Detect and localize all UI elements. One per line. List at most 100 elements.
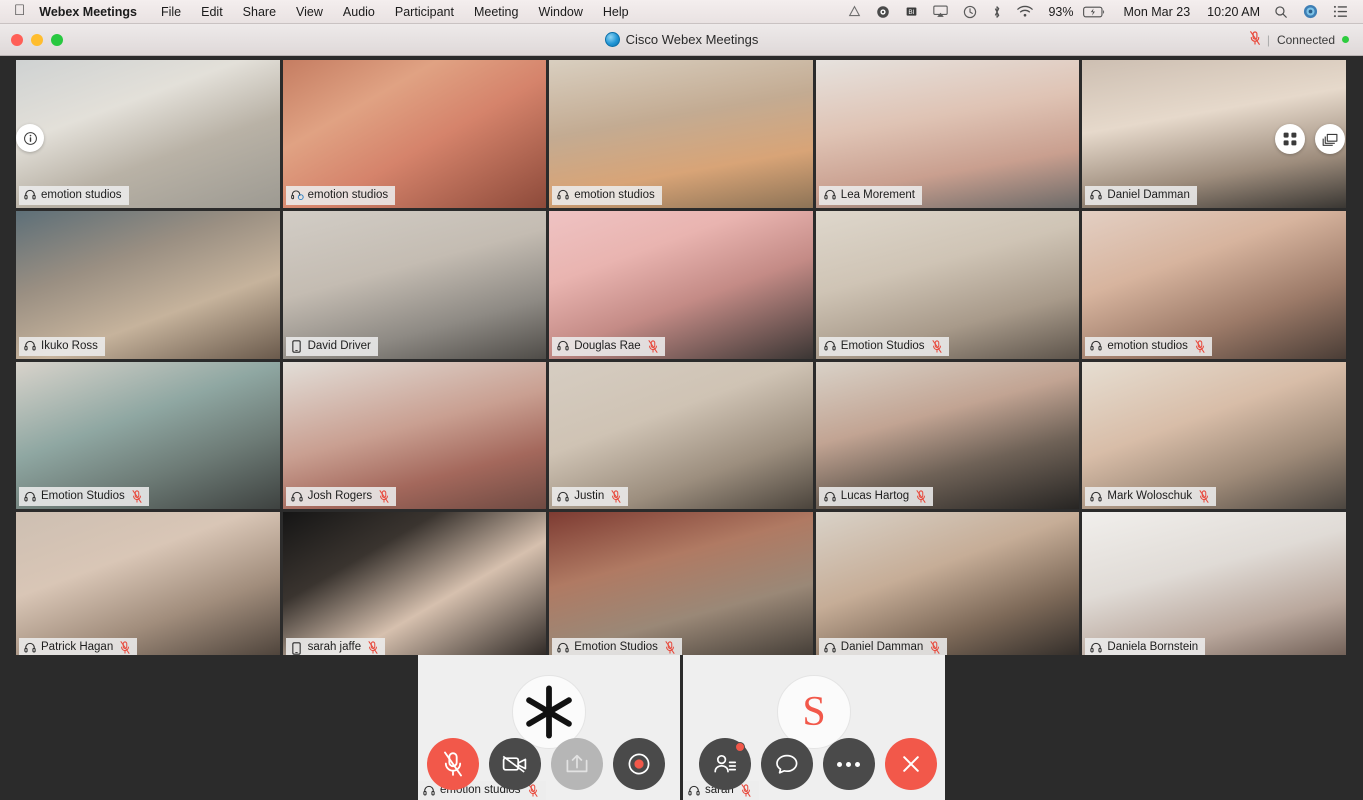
participant-tile[interactable]: Mark Woloschuk — [1082, 361, 1346, 510]
menu-bar-status-items: BI 93% Mon Mar 23 10:20 AM — [841, 0, 1363, 23]
participant-tile[interactable]: Lea Morement — [815, 60, 1080, 208]
participant-name: Emotion Studios — [574, 641, 658, 653]
siri-icon[interactable] — [1296, 0, 1325, 23]
headset-icon — [824, 189, 836, 201]
participant-tile[interactable]: emotion studios — [16, 60, 280, 208]
share-content-button[interactable] — [550, 738, 603, 790]
participant-tile[interactable]: David Driver — [282, 210, 547, 359]
participant-name: Daniela Bornstein — [1107, 641, 1199, 653]
connection-status-dot — [1342, 36, 1349, 43]
time-machine-icon[interactable] — [956, 0, 984, 23]
close-window-button[interactable] — [11, 33, 23, 46]
menu-item-audio[interactable]: Audio — [333, 0, 385, 23]
stop-video-button[interactable] — [488, 738, 541, 790]
participant-name: Patrick Hagan — [41, 641, 114, 653]
participant-nameplate: emotion studios — [552, 185, 662, 205]
participant-tile[interactable]: emotion studios — [1082, 210, 1346, 359]
menu-item-share[interactable]: Share — [233, 0, 286, 23]
menu-bar-time[interactable]: 10:20 AM — [1197, 5, 1266, 19]
chat-button[interactable] — [760, 738, 813, 790]
headset-video-icon — [290, 189, 304, 201]
participant-tile[interactable]: Emotion Studios — [16, 361, 280, 510]
info-circle-icon[interactable] — [16, 124, 44, 152]
participants-badge — [734, 742, 745, 752]
apple-logo-icon[interactable]:  — [0, 3, 39, 18]
participant-tile[interactable]: Daniel Damman — [1082, 60, 1346, 208]
window-traffic-lights — [0, 33, 63, 46]
battery-percentage[interactable]: 93% — [1041, 0, 1075, 23]
creative-cloud-icon[interactable] — [869, 0, 897, 23]
end-meeting-button[interactable] — [884, 738, 937, 790]
bottom-control-bar: emotion studios S sarah — [0, 655, 1363, 800]
participant-name: David Driver — [307, 339, 371, 352]
bi-icon[interactable]: BI — [898, 0, 925, 23]
headset-icon — [24, 491, 36, 503]
menu-item-meeting[interactable]: Meeting — [464, 0, 528, 23]
bluetooth-icon[interactable] — [985, 0, 1009, 23]
participant-tile[interactable]: Daniela Bornstein — [1082, 512, 1346, 660]
participant-name: Emotion Studios — [840, 339, 925, 352]
participant-name: Lucas Hartog — [840, 490, 910, 503]
headset-icon — [290, 491, 303, 503]
minimize-window-button[interactable] — [31, 33, 43, 46]
participant-nameplate: Josh Rogers — [285, 487, 397, 507]
more-options-button[interactable] — [822, 738, 875, 790]
participants-button[interactable] — [698, 738, 751, 790]
participant-tile[interactable]: Justin — [549, 361, 813, 510]
participant-name: Justin — [574, 490, 605, 503]
video-stage: emotion studios emotion studios emotion st… — [0, 56, 1363, 800]
search-icon[interactable] — [1267, 0, 1295, 23]
participant-tile[interactable]: Douglas Rae — [549, 210, 813, 359]
participant-tile[interactable]: Josh Rogers — [282, 361, 547, 510]
battery-charging-icon[interactable] — [1076, 0, 1112, 23]
headset-icon — [24, 642, 36, 654]
participant-tile[interactable]: emotion studios — [549, 60, 813, 208]
window-status-group: | Connected — [1249, 31, 1363, 48]
participant-name: Daniel Damman — [1107, 188, 1190, 201]
record-button[interactable] — [612, 738, 665, 790]
menu-item-webex-meetings[interactable]: Webex Meetings — [39, 0, 151, 23]
wifi-icon[interactable] — [1010, 0, 1040, 23]
maximize-window-button[interactable] — [51, 33, 63, 46]
participant-nameplate: emotion studios — [19, 185, 129, 205]
headset-icon — [824, 642, 836, 654]
stacked-cards-icon[interactable] — [1315, 124, 1345, 154]
participant-nameplate: Douglas Rae — [552, 336, 665, 356]
control-center-icon[interactable] — [1326, 0, 1355, 23]
participant-tile[interactable]: Lucas Hartog — [815, 361, 1080, 510]
grid-layout-icon[interactable] — [1275, 124, 1305, 154]
svg-text:BI: BI — [909, 9, 915, 16]
menu-item-help[interactable]: Help — [593, 0, 639, 23]
headset-icon — [824, 491, 836, 503]
avatar-initial: S — [802, 689, 826, 735]
google-drive-icon[interactable] — [841, 0, 868, 23]
participant-name: Lea Morement — [840, 188, 915, 201]
participant-tile[interactable]: Emotion Studios — [815, 210, 1080, 359]
participant-tile[interactable]: emotion studios — [282, 60, 547, 208]
menu-bar-date[interactable]: Mon Mar 23 — [1113, 5, 1196, 19]
mic-muted-icon — [120, 641, 130, 654]
phone-icon — [291, 340, 303, 353]
mic-muted-icon[interactable] — [1249, 31, 1260, 48]
participant-tile[interactable]: sarah jaffe — [282, 512, 547, 660]
airplay-icon[interactable] — [926, 0, 955, 23]
headset-icon — [1090, 340, 1103, 352]
menu-item-file[interactable]: File — [151, 0, 191, 23]
menu-item-view[interactable]: View — [286, 0, 333, 23]
mic-muted-icon — [916, 490, 926, 504]
mic-muted-icon — [665, 641, 675, 654]
participant-nameplate: Lea Morement — [818, 185, 922, 205]
participant-name: Josh Rogers — [307, 490, 373, 503]
participant-nameplate: Ikuko Ross — [19, 336, 105, 356]
menu-item-participant[interactable]: Participant — [385, 0, 464, 23]
mic-muted-icon — [648, 339, 658, 353]
headset-icon — [1090, 189, 1103, 201]
participant-tile[interactable]: Emotion Studios — [549, 512, 813, 660]
participant-tile[interactable]: Daniel Damman — [815, 512, 1080, 660]
mute-audio-button[interactable] — [426, 738, 479, 790]
menu-item-window[interactable]: Window — [528, 0, 592, 23]
participant-tile[interactable]: Patrick Hagan — [16, 512, 280, 660]
menu-item-edit[interactable]: Edit — [191, 0, 233, 23]
participant-tile[interactable]: Ikuko Ross — [16, 210, 280, 359]
phone-icon — [291, 641, 303, 655]
